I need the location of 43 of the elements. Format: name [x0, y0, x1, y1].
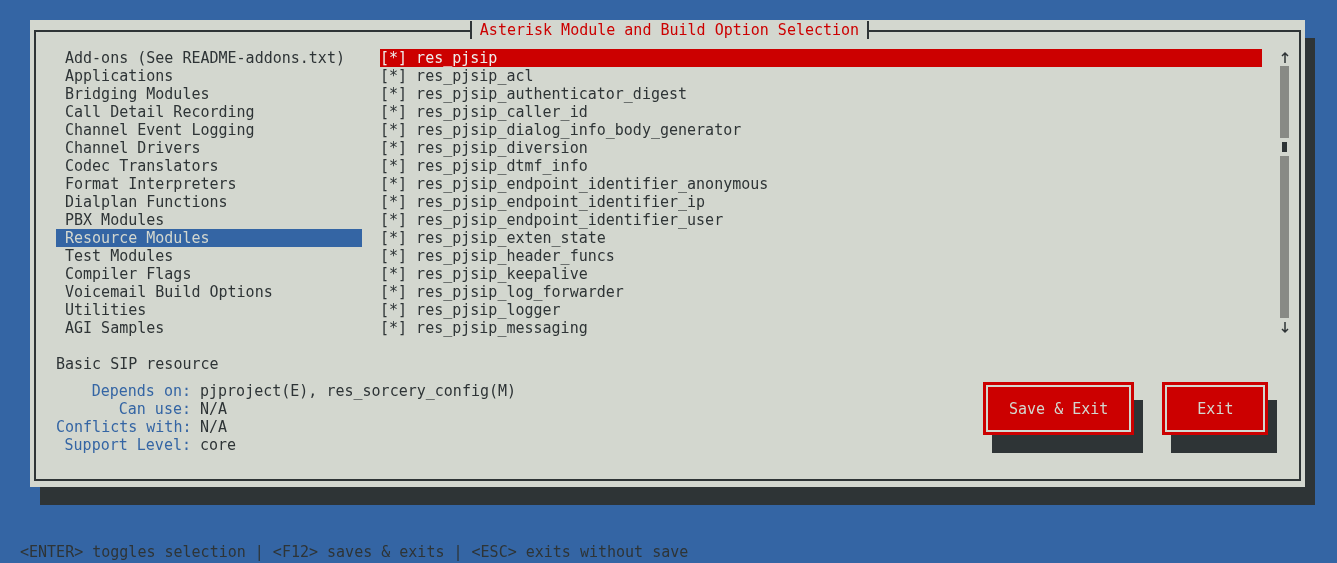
module-item[interactable]: [*] res_pjsip_log_forwarder — [380, 283, 1262, 301]
category-item[interactable]: Compiler Flags — [56, 265, 362, 283]
module-item[interactable]: [*] res_pjsip_exten_state — [380, 229, 1262, 247]
detail-label: Conflicts with: — [56, 418, 191, 436]
module-item[interactable]: [*] res_pjsip_endpoint_identifier_user — [380, 211, 1262, 229]
module-item[interactable]: [*] res_pjsip_keepalive — [380, 265, 1262, 283]
detail-value: pjproject(E), res_sorcery_config(M) — [200, 382, 517, 400]
category-item[interactable]: AGI Samples — [56, 319, 362, 337]
category-item[interactable]: Codec Translators — [56, 157, 362, 175]
category-item[interactable]: Bridging Modules — [56, 85, 362, 103]
detail-value: core — [200, 436, 237, 454]
status-text: <ENTER> toggles selection | <F12> saves & exits | <ESC> exits without save — [20, 543, 689, 561]
module-description: Basic SIP resource — [56, 355, 220, 373]
module-item[interactable]: [*] res_pjsip_logger — [380, 301, 1262, 319]
category-item[interactable]: Call Detail Recording — [56, 103, 362, 121]
detail-label: Depends on: — [90, 382, 191, 400]
module-item[interactable]: [*] res_pjsip_header_funcs — [380, 247, 1262, 265]
module-item[interactable]: [*] res_pjsip_endpoint_identifier_anonymous — [380, 175, 1262, 193]
category-item[interactable]: Utilities — [56, 301, 362, 319]
category-item[interactable]: Resource Modules — [56, 229, 362, 247]
detail-label: Support Level: — [63, 436, 191, 454]
category-item[interactable]: Test Modules — [56, 247, 362, 265]
module-item[interactable]: [*] res_pjsip_acl — [380, 67, 1262, 85]
category-item[interactable]: Voicemail Build Options — [56, 283, 362, 301]
category-item[interactable]: Channel Drivers — [56, 139, 362, 157]
module-item[interactable]: [*] res_pjsip_caller_id — [380, 103, 1262, 121]
category-item[interactable]: Add-ons (See README-addons.txt) — [56, 49, 362, 67]
detail-value: N/A — [200, 418, 228, 436]
module-item[interactable]: [*] res_pjsip_dialog_info_body_generator — [380, 121, 1262, 139]
module-item[interactable]: [*] res_pjsip_dtmf_info — [380, 157, 1262, 175]
module-item[interactable]: [*] res_pjsip_endpoint_identifier_ip — [380, 193, 1262, 211]
category-item[interactable]: Applications — [56, 67, 362, 85]
module-item[interactable]: [*] res_pjsip_authenticator_digest — [380, 85, 1262, 103]
window-title: Asterisk Module and Build Option Selection — [469, 21, 870, 39]
module-item[interactable]: [*] res_pjsip_diversion — [380, 139, 1262, 157]
module-item[interactable]: [*] res_pjsip — [380, 49, 1262, 67]
category-item[interactable]: Dialplan Functions — [56, 193, 362, 211]
detail-value: N/A — [200, 400, 228, 418]
module-item[interactable]: [*] res_pjsip_messaging — [380, 319, 1262, 337]
category-item[interactable]: Channel Event Logging — [56, 121, 362, 139]
detail-label: Can use: — [117, 400, 191, 418]
category-item[interactable]: PBX Modules — [56, 211, 362, 229]
category-item[interactable]: Format Interpreters — [56, 175, 362, 193]
